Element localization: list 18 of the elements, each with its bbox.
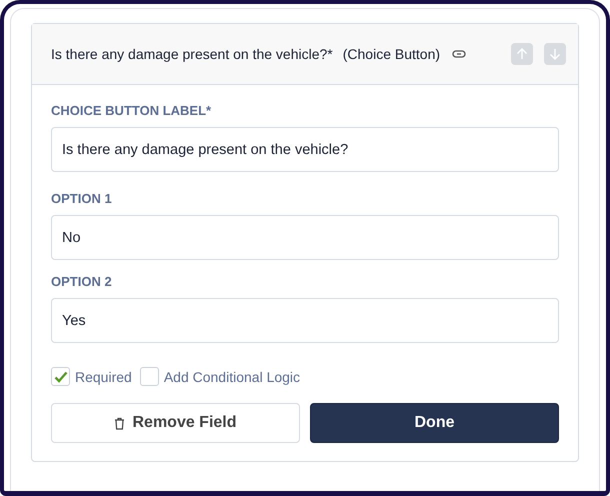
checkbox[interactable] [51, 367, 70, 386]
field-type: (Choice Button) [342, 46, 440, 62]
field-label: OPTION 1 [51, 191, 113, 206]
checkbox[interactable] [140, 367, 159, 386]
done-button[interactable]: Done [310, 403, 559, 443]
up-arrow-icon [516, 48, 528, 60]
input-field[interactable]: No [51, 215, 559, 260]
input-field[interactable]: Is there any damage present on the vehicle? [51, 127, 559, 172]
field-title: Is there any damage present on the vehicle?* [51, 46, 333, 62]
checkbox-label: Add Conditional Logic [164, 368, 300, 384]
trash-icon [114, 416, 126, 430]
field-label: CHOICE BUTTON LABEL* [51, 103, 212, 118]
down-arrow-icon [549, 48, 561, 60]
remove-field-button[interactable]: Remove Field [51, 403, 300, 443]
input-field[interactable]: Yes [51, 298, 559, 343]
checkbox-label: Required [75, 368, 132, 384]
field-label: OPTION 2 [51, 274, 113, 289]
link-icon [452, 50, 466, 58]
